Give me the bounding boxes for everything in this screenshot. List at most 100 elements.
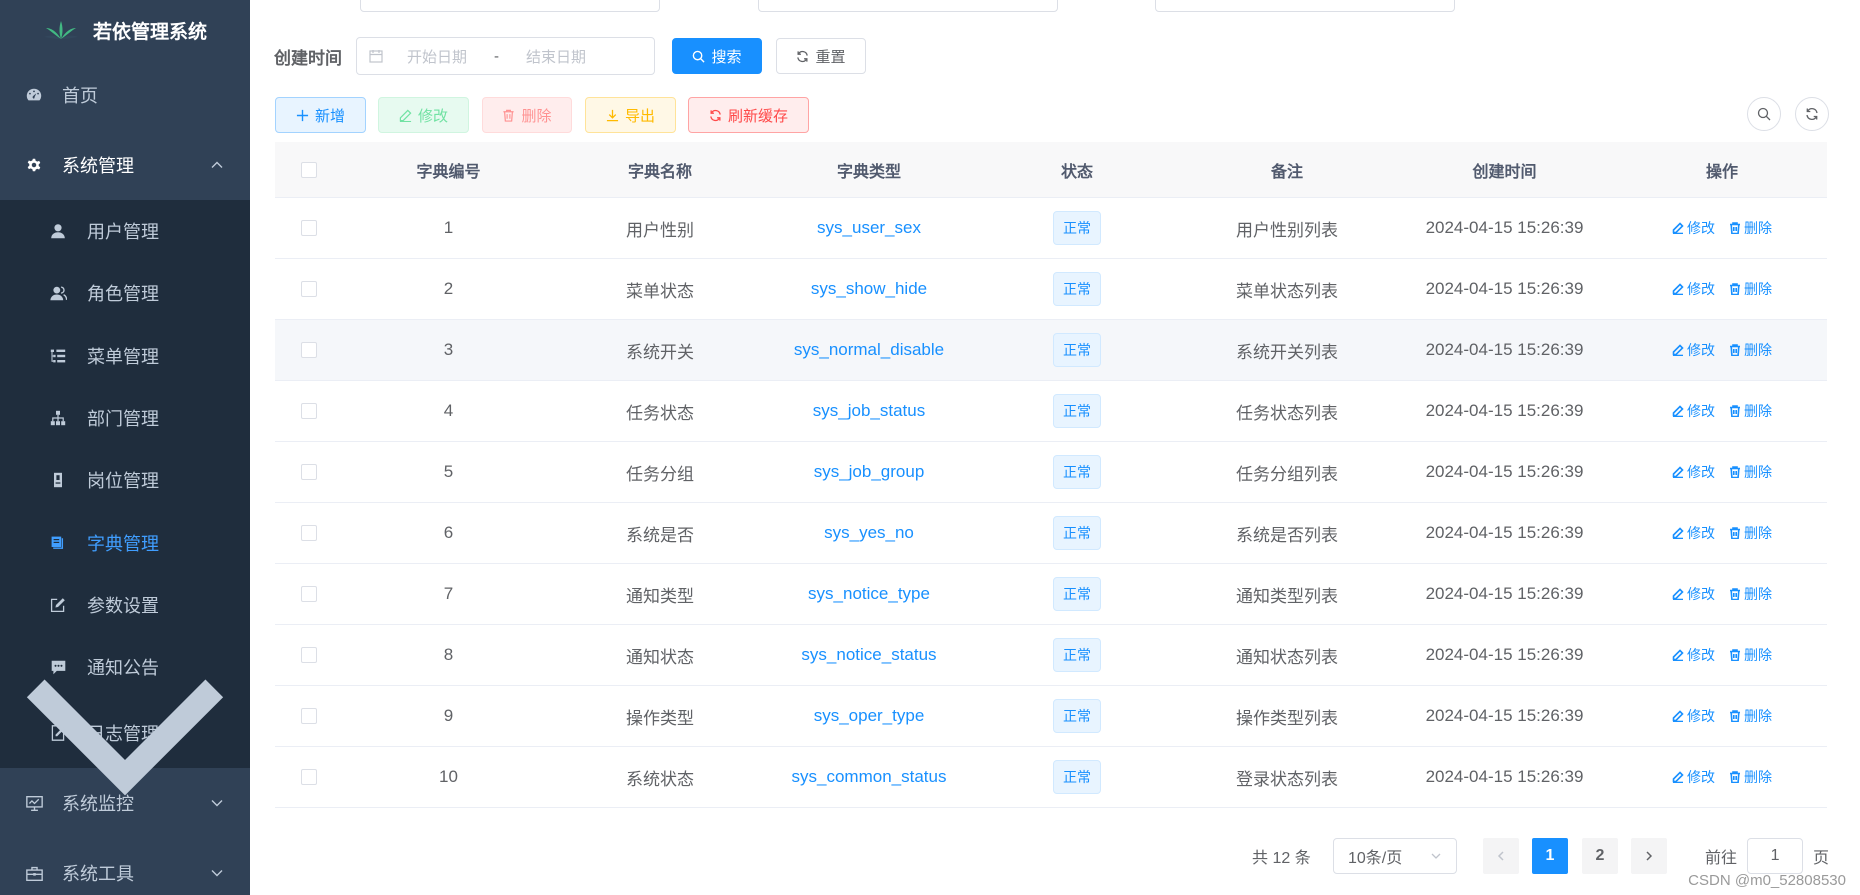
status-tag: 正常 [1053, 394, 1101, 428]
row-delete-button[interactable]: 删除 [1729, 767, 1772, 787]
column-header[interactable]: 操作 [1617, 158, 1827, 182]
row-select-cell [275, 281, 343, 297]
page-1-button[interactable]: 1 [1532, 838, 1568, 874]
row-select-cell [275, 220, 343, 236]
row-edit-button[interactable]: 修改 [1672, 584, 1715, 604]
refresh-cache-button[interactable]: 刷新缓存 [688, 97, 809, 133]
row-checkbox[interactable] [301, 281, 317, 297]
row-edit-button[interactable]: 修改 [1672, 340, 1715, 360]
row-delete-button[interactable]: 删除 [1729, 523, 1772, 543]
row-edit-button[interactable]: 修改 [1672, 401, 1715, 421]
delete-button[interactable]: 删除 [482, 97, 572, 133]
sidebar-item-logs[interactable]: 日志管理 [0, 679, 250, 796]
export-button[interactable]: 导出 [585, 97, 676, 133]
logo[interactable]: 若依管理系统 [0, 0, 250, 60]
dict-type-cell: sys_oper_type [766, 706, 972, 726]
row-delete-button[interactable]: 删除 [1729, 340, 1772, 360]
row-checkbox[interactable] [301, 342, 317, 358]
row-checkbox[interactable] [301, 647, 317, 663]
page-size-select[interactable]: 10条/页 [1333, 838, 1457, 874]
sidebar: 若依管理系统 首页 系统管理 用户管理 角色管理 菜单管理 部门管理 岗位管理 … [0, 0, 250, 895]
dict-type-link[interactable]: sys_show_hide [811, 279, 927, 298]
sidebar-item-tools[interactable]: 系统工具 [0, 838, 250, 895]
end-date-input[interactable]: 结束日期 [526, 46, 586, 67]
row-edit-button[interactable]: 修改 [1672, 462, 1715, 482]
row-edit-button[interactable]: 修改 [1672, 645, 1715, 665]
dict-type-link[interactable]: sys_job_group [814, 462, 925, 481]
column-header[interactable]: 创建时间 [1392, 158, 1617, 182]
row-checkbox[interactable] [301, 525, 317, 541]
row-checkbox[interactable] [301, 403, 317, 419]
chevron-left-icon [1497, 851, 1504, 861]
row-checkbox[interactable] [301, 586, 317, 602]
dict-type-link[interactable]: sys_notice_type [808, 584, 930, 603]
row-edit-button[interactable]: 修改 [1672, 523, 1715, 543]
dict-type-link[interactable]: sys_common_status [792, 767, 947, 786]
sidebar-item-monitor[interactable]: 系统监控 [0, 768, 250, 838]
sidebar-item-dict[interactable]: 字典管理 [0, 511, 250, 573]
row-edit-button[interactable]: 修改 [1672, 767, 1715, 787]
dict-name-cell: 系统是否 [626, 525, 694, 545]
edit-button-label: 修改 [417, 107, 448, 125]
row-delete-button[interactable]: 删除 [1729, 706, 1772, 726]
row-delete-button[interactable]: 删除 [1729, 645, 1772, 665]
dict-type-link[interactable]: sys_notice_status [801, 645, 936, 664]
sidebar-item-posts[interactable]: 岗位管理 [0, 449, 250, 511]
goto-suffix: 页 [1813, 850, 1830, 867]
column-header[interactable]: 备注 [1182, 158, 1392, 182]
prev-page-button[interactable] [1483, 838, 1519, 874]
refresh-table-button[interactable] [1795, 97, 1829, 131]
submenu-system: 用户管理 角色管理 菜单管理 部门管理 岗位管理 字典管理 参数设置 通知公告 … [0, 200, 250, 796]
row-delete-button[interactable]: 删除 [1729, 401, 1772, 421]
row-delete-button[interactable]: 删除 [1729, 279, 1772, 299]
edit-button[interactable]: 修改 [378, 97, 469, 133]
select-all-checkbox[interactable] [301, 161, 317, 178]
column-header[interactable]: 字典名称 [554, 158, 766, 182]
trash-icon [1730, 466, 1740, 478]
row-checkbox[interactable] [301, 220, 317, 236]
dict-type-link[interactable]: sys_yes_no [824, 523, 914, 542]
row-select-cell [275, 708, 343, 724]
dict-type-link[interactable]: sys_oper_type [814, 706, 925, 725]
page-2-button[interactable]: 2 [1582, 838, 1618, 874]
sidebar-item-depts[interactable]: 部门管理 [0, 387, 250, 449]
row-delete-button[interactable]: 删除 [1729, 462, 1772, 482]
sidebar-item-roles[interactable]: 角色管理 [0, 262, 250, 324]
sidebar-item-users[interactable]: 用户管理 [0, 200, 250, 262]
status-cell: 正常 [972, 455, 1182, 489]
date-range-picker[interactable]: 开始日期 - 结束日期 [356, 37, 655, 75]
remark-cell: 系统开关列表 [1236, 342, 1338, 362]
row-checkbox[interactable] [301, 464, 317, 480]
row-delete-button[interactable]: 删除 [1729, 218, 1772, 238]
status-cell: 正常 [972, 577, 1182, 611]
sidebar-item-system[interactable]: 系统管理 [0, 130, 250, 200]
reset-button[interactable]: 重置 [776, 38, 866, 74]
status-select[interactable] [1155, 0, 1455, 12]
dict-type-link[interactable]: sys_user_sex [817, 218, 921, 237]
row-checkbox[interactable] [301, 769, 317, 785]
row-delete-button[interactable]: 删除 [1729, 584, 1772, 604]
toggle-search-button[interactable] [1747, 97, 1781, 131]
goto-page-input[interactable]: 1 [1747, 838, 1804, 874]
dict-name-input[interactable] [360, 0, 660, 12]
search-button[interactable]: 搜索 [672, 38, 762, 74]
chevron-up-icon [211, 161, 223, 168]
row-edit-button[interactable]: 修改 [1672, 279, 1715, 299]
column-header[interactable]: 状态 [972, 158, 1182, 182]
column-header[interactable]: 字典类型 [766, 158, 972, 182]
dict-type-link[interactable]: sys_normal_disable [794, 340, 944, 359]
row-edit-label: 修改 [1687, 525, 1715, 541]
column-header[interactable]: 字典编号 [343, 158, 554, 182]
row-edit-button[interactable]: 修改 [1672, 218, 1715, 238]
add-button[interactable]: 新增 [275, 97, 366, 133]
row-checkbox[interactable] [301, 708, 317, 724]
sidebar-item-home[interactable]: 首页 [0, 60, 250, 130]
sidebar-item-menus[interactable]: 菜单管理 [0, 325, 250, 387]
start-date-input[interactable]: 开始日期 [407, 46, 467, 67]
status-tag: 正常 [1053, 333, 1101, 367]
next-page-button[interactable] [1631, 838, 1667, 874]
pencil-icon [1672, 466, 1684, 478]
dict-type-input[interactable] [758, 0, 1058, 12]
dict-type-link[interactable]: sys_job_status [813, 401, 925, 420]
row-edit-button[interactable]: 修改 [1672, 706, 1715, 726]
